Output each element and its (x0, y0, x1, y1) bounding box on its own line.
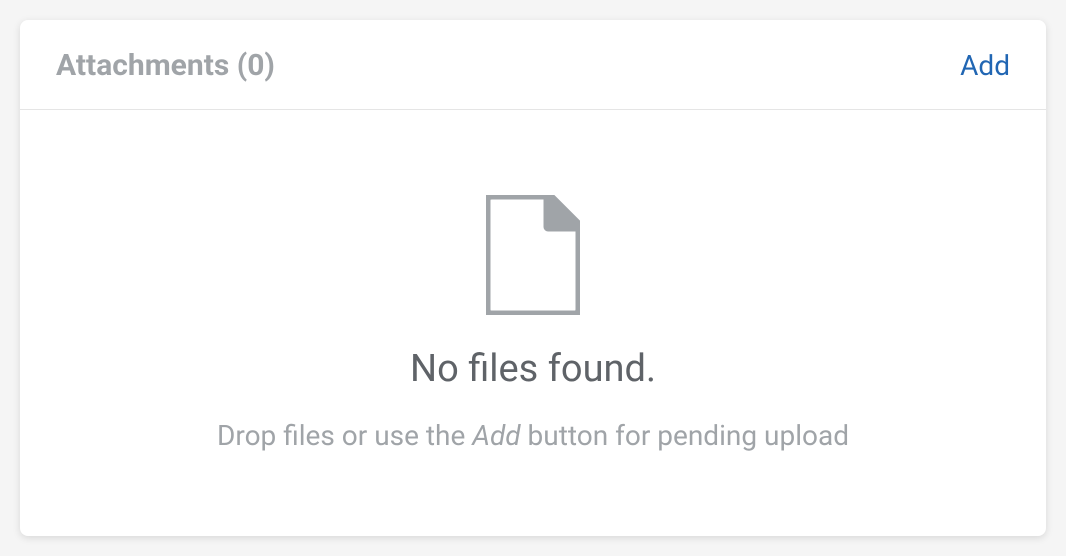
add-button[interactable]: Add (960, 49, 1010, 82)
hint-text-after: button for pending upload (521, 419, 849, 452)
hint-text-before: Drop files or use the (217, 419, 472, 452)
panel-header: Attachments (0) Add (20, 20, 1046, 110)
attachments-panel: Attachments (0) Add No files found. Drop… (20, 20, 1046, 536)
empty-state-hint: Drop files or use the Add button for pen… (217, 419, 849, 452)
panel-body[interactable]: No files found. Drop files or use the Ad… (20, 110, 1046, 536)
file-icon (486, 195, 580, 319)
hint-text-em: Add (472, 419, 520, 452)
empty-state-title: No files found. (410, 347, 656, 391)
panel-title: Attachments (0) (56, 48, 275, 83)
